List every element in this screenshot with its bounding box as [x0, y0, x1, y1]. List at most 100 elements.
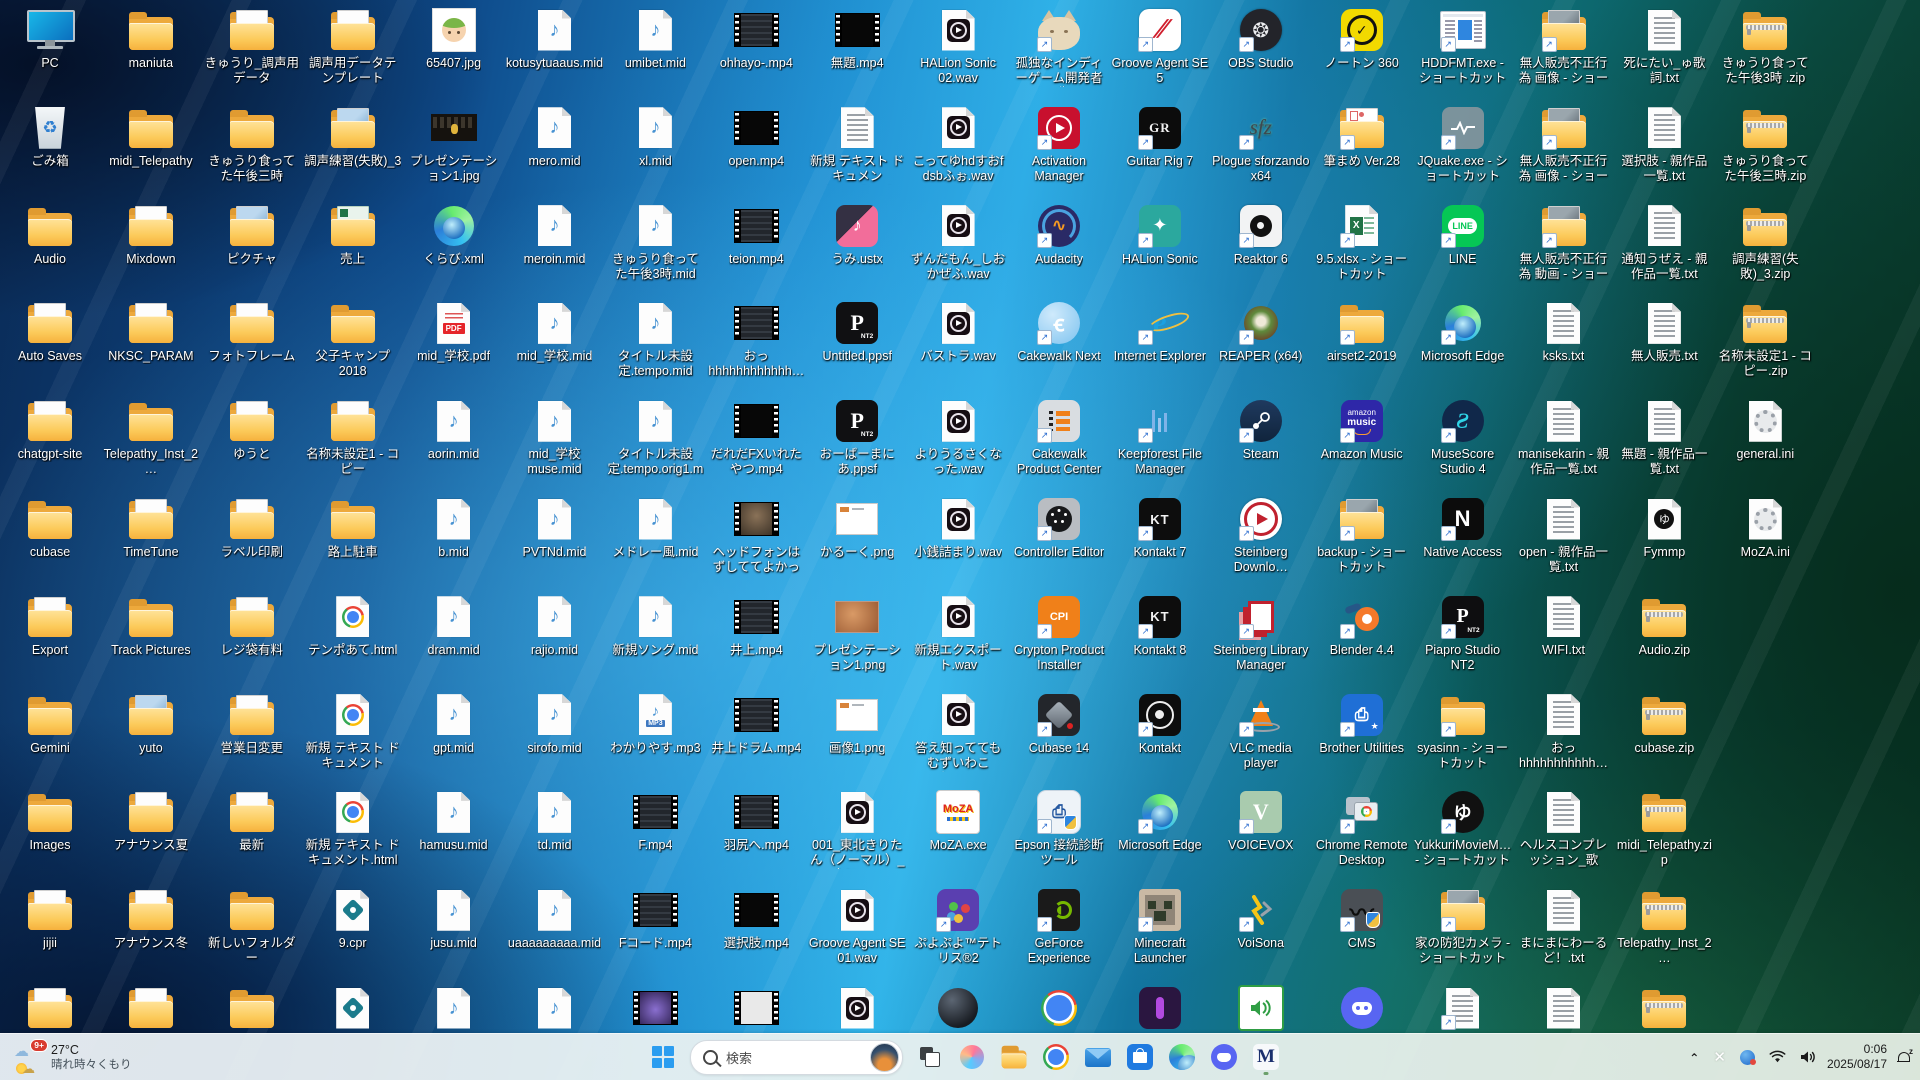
desktop-icon[interactable]: きゅうり_調声用データ	[203, 6, 301, 86]
desktop-icon[interactable]: ♪	[405, 984, 503, 1034]
desktop-icon[interactable]: アナウンス夏	[102, 788, 200, 853]
desktop-icon[interactable]: MoZA.ini	[1716, 495, 1814, 560]
desktop-icon[interactable]: Ƨ↗MuseScore Studio 4	[1414, 397, 1512, 477]
desktop-icon[interactable]: teion.mp4	[707, 202, 805, 267]
desktop-icon[interactable]: ✓↗ノートン 360	[1313, 6, 1411, 71]
desktop-icon[interactable]: ↗VoiSona	[1212, 886, 1310, 951]
desktop-icon[interactable]	[304, 984, 402, 1034]
desktop-icon[interactable]: open.mp4	[707, 104, 805, 169]
desktop-icon[interactable]: ↗JQuake.exe - ショートカット	[1414, 104, 1512, 184]
desktop-icon[interactable]: プレゼンテーション1.jpg	[405, 104, 503, 184]
mail-button[interactable]	[1079, 1037, 1117, 1077]
desktop-icon[interactable]: ♪xl.mid	[606, 104, 704, 169]
desktop-icon[interactable]: Fコード.mp4	[606, 886, 704, 951]
desktop-icon[interactable]: ♪gpt.mid	[405, 691, 503, 756]
desktop-icon[interactable]: ⫽↗Groove Agent SE 5	[1111, 6, 1209, 86]
desktop-icon[interactable]: 井上.mp4	[707, 593, 805, 658]
desktop-icon[interactable]: maniuta	[102, 6, 200, 71]
desktop-icon[interactable]: きゅうり食ってた午後三時	[203, 104, 301, 184]
desktop-icon[interactable]: ↗孤独なインディーゲーム開発者の一生 …	[1010, 6, 1108, 87]
desktop-icon[interactable]: かるーく.png	[808, 495, 906, 560]
desktop-icon[interactable]	[1212, 984, 1310, 1034]
task-view-button[interactable]	[911, 1037, 949, 1077]
desktop-icon[interactable]: 001_東北きりたん（ノーマル）_今じゃ…	[808, 788, 906, 869]
desktop-icon[interactable]: ♪PVTNd.mid	[506, 495, 604, 560]
desktop-icon[interactable]: ♪mero.mid	[506, 104, 604, 169]
desktop-icon[interactable]: ♪タイトル未設定.tempo.orig1.mid	[606, 397, 704, 478]
desktop-icon[interactable]: PC	[1, 6, 99, 71]
desktop-icon[interactable]	[909, 984, 1007, 1034]
desktop-icon[interactable]: ↗Microsoft Edge	[1111, 788, 1209, 853]
desktop-icon[interactable]: midi_Telepathy.zip	[1615, 788, 1713, 868]
desktop-icon[interactable]: ♪jusu.mid	[405, 886, 503, 951]
desktop-icon[interactable]	[102, 984, 200, 1034]
desktop-icon[interactable]: ⎙★↗Brother Utilities	[1313, 691, 1411, 756]
desktop-icon[interactable]: chatgpt-site	[1, 397, 99, 462]
desktop-icon[interactable]: おっhhhhhhhhhhh…	[1515, 691, 1613, 771]
desktop-icon[interactable]	[1010, 984, 1108, 1034]
desktop-icon[interactable]: ラベル印刷	[203, 495, 301, 560]
desktop-icon[interactable]: ↗Minecraft Launcher	[1111, 886, 1209, 966]
desktop-icon[interactable]: Track Pictures	[102, 593, 200, 658]
desktop-icon[interactable]: 路上駐車	[304, 495, 402, 560]
desktop-icon[interactable]: midi_Telepathy	[102, 104, 200, 169]
desktop-icon[interactable]: ↗ぷよぷよ™テトリス®2	[909, 886, 1007, 966]
desktop-icon[interactable]: ↗Cakewalk Product Center	[1010, 397, 1108, 477]
desktop-icon[interactable]: ♪meroin.mid	[506, 202, 604, 267]
desktop-icon[interactable]: ↗家の防犯カメラ - ショートカット	[1414, 886, 1512, 966]
desktop-icon[interactable]: KT↗Kontakt 8	[1111, 593, 1209, 658]
desktop-icon[interactable]	[1515, 984, 1613, 1034]
desktop-icon[interactable]: ゆうと	[203, 397, 301, 462]
desktop-icon[interactable]: ♪メドレー風.mid	[606, 495, 704, 560]
desktop-icon[interactable]: ♻ごみ箱	[1, 104, 99, 169]
desktop-icon[interactable]: sfz↗Plogue sforzando x64	[1212, 104, 1310, 184]
desktop-icon[interactable]: ♪aorin.mid	[405, 397, 503, 462]
desktop-icon[interactable]: 最新	[203, 788, 301, 853]
desktop-icon[interactable]: ⎙↗Epson 接続診断ツール	[1010, 788, 1108, 868]
desktop-icon[interactable]: ↗VLC media player	[1212, 691, 1310, 771]
m-app-button[interactable]: M	[1247, 1037, 1285, 1077]
desktop-icon[interactable]: ♪td.mid	[506, 788, 604, 853]
desktop-icon[interactable]: cubase	[1, 495, 99, 560]
tray-chevron-up-icon[interactable]: ⌃	[1685, 1038, 1703, 1078]
desktop-icon[interactable]: ♪rajio.mid	[506, 593, 604, 658]
desktop-icon[interactable]: cubase.zip	[1615, 691, 1713, 756]
desktop-icon[interactable]: ヘルスコンプレッション_歌詞.txt	[1515, 788, 1613, 869]
desktop-icon[interactable]: ↗airset2-2019	[1313, 299, 1411, 364]
desktop-icon[interactable]: ❂↗OBS Studio	[1212, 6, 1310, 71]
desktop-icon[interactable]: ↗Steam	[1212, 397, 1310, 462]
desktop-icon[interactable]: yuto	[102, 691, 200, 756]
desktop-icon[interactable]: F.mp4	[606, 788, 704, 853]
desktop-icon[interactable]: ♪mid_学校.mid	[506, 299, 604, 364]
desktop-icon[interactable]: 売上	[304, 202, 402, 267]
desktop-icon[interactable]: 井上ドラム.mp4	[707, 691, 805, 756]
desktop-icon[interactable]: ∿↗Audacity	[1010, 202, 1108, 267]
desktop-icon[interactable]: ↗HDDFMT.exe - ショートカット	[1414, 6, 1512, 86]
desktop-icon[interactable]: 名称未設定1 - コピー	[304, 397, 402, 477]
desktop-icon[interactable]: 9.cpr	[304, 886, 402, 951]
desktop-icon[interactable]: 選択肢.mp4	[707, 886, 805, 951]
desktop-icon[interactable]: jijii	[1, 886, 99, 951]
desktop-icon[interactable]: X↗9.5.xlsx - ショートカット	[1313, 202, 1411, 282]
start-button[interactable]	[644, 1037, 682, 1077]
desktop-icon[interactable]: 無人販売.txt	[1615, 299, 1713, 364]
desktop-icon[interactable]	[203, 984, 301, 1034]
desktop-icon[interactable]: レジ袋有料	[203, 593, 301, 658]
desktop-icon[interactable]: ↗Activation Manager	[1010, 104, 1108, 184]
store-button[interactable]	[1121, 1037, 1159, 1077]
desktop-icon[interactable]: ↗Microsoft Edge	[1414, 299, 1512, 364]
desktop-icon[interactable]: ヘッドフォンはずしててよかっt.mp4	[707, 495, 805, 576]
desktop-icon[interactable]: ↗Kontakt	[1111, 691, 1209, 756]
desktop-icon[interactable]: ↗無人販売不正行為 画像 - ショートカット	[1515, 104, 1613, 185]
desktop-icon[interactable]: ↗Chrome Remote Desktop	[1313, 788, 1411, 868]
desktop-icon[interactable]: open - 親作品一覧.txt	[1515, 495, 1613, 575]
tray-app-sphere-icon[interactable]	[1736, 1037, 1759, 1077]
desktop-icon[interactable]: 小銭詰まり.wav	[909, 495, 1007, 560]
desktop-icon[interactable]: こってゆhdすおf dsbふぉ.wav	[909, 104, 1007, 184]
desktop-icon[interactable]	[707, 984, 805, 1034]
desktop-icon[interactable]: フォトフレーム	[203, 299, 301, 364]
desktop-icon[interactable]: manisekarin - 親作品一覧.txt	[1515, 397, 1613, 477]
desktop-icon[interactable]: PNT2↗Piapro Studio NT2	[1414, 593, 1512, 673]
desktop-icon[interactable]: ピクチャ	[203, 202, 301, 267]
desktop-icon[interactable]: ↗無人販売不正行為 動画 - ショートカット	[1515, 202, 1613, 283]
